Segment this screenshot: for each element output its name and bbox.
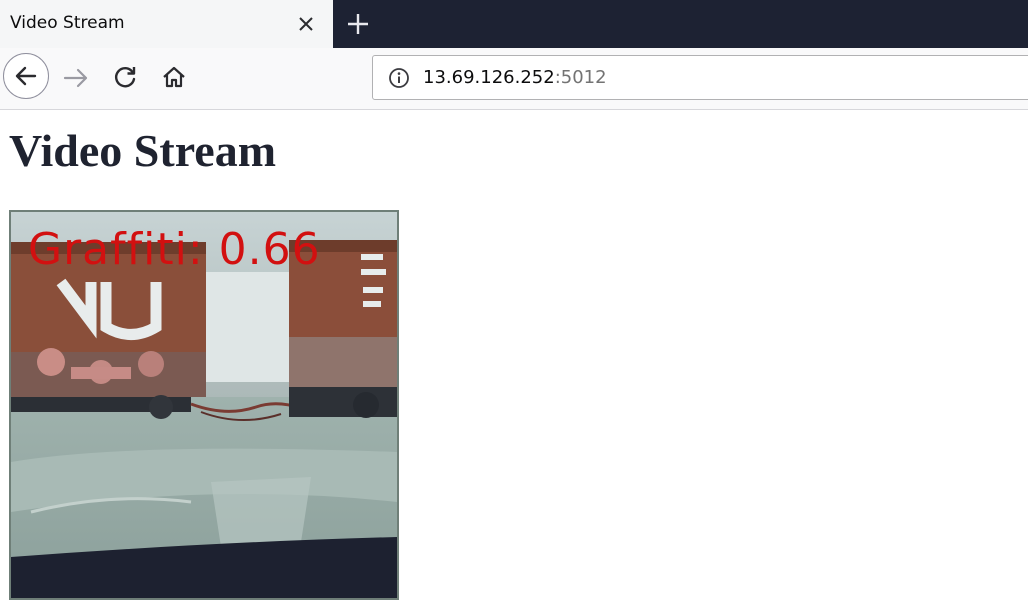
close-icon[interactable]	[296, 14, 316, 34]
info-icon[interactable]	[388, 67, 410, 89]
url-host: 13.69.126.252	[423, 67, 555, 88]
url-port: :5012	[554, 67, 607, 88]
home-icon[interactable]	[160, 63, 188, 91]
tab-strip: Video Stream	[0, 0, 1028, 48]
tab-video-stream[interactable]: Video Stream	[0, 0, 333, 48]
tab-title: Video Stream	[10, 13, 125, 33]
arrow-right-icon[interactable]	[62, 64, 90, 92]
detection-label: Graffiti: 0.66	[28, 224, 321, 275]
arrow-left-icon	[15, 66, 37, 86]
page-title: Video Stream	[9, 125, 277, 176]
new-tab-icon[interactable]	[343, 9, 373, 39]
address-bar[interactable]: 13.69.126.252:5012	[372, 55, 1028, 100]
reload-icon[interactable]	[111, 63, 139, 91]
video-stream: Graffiti: 0.66	[9, 210, 399, 600]
back-button[interactable]	[3, 53, 49, 99]
url-text[interactable]: 13.69.126.252:5012	[423, 67, 607, 88]
navigation-toolbar: 13.69.126.252:5012	[0, 48, 1028, 110]
